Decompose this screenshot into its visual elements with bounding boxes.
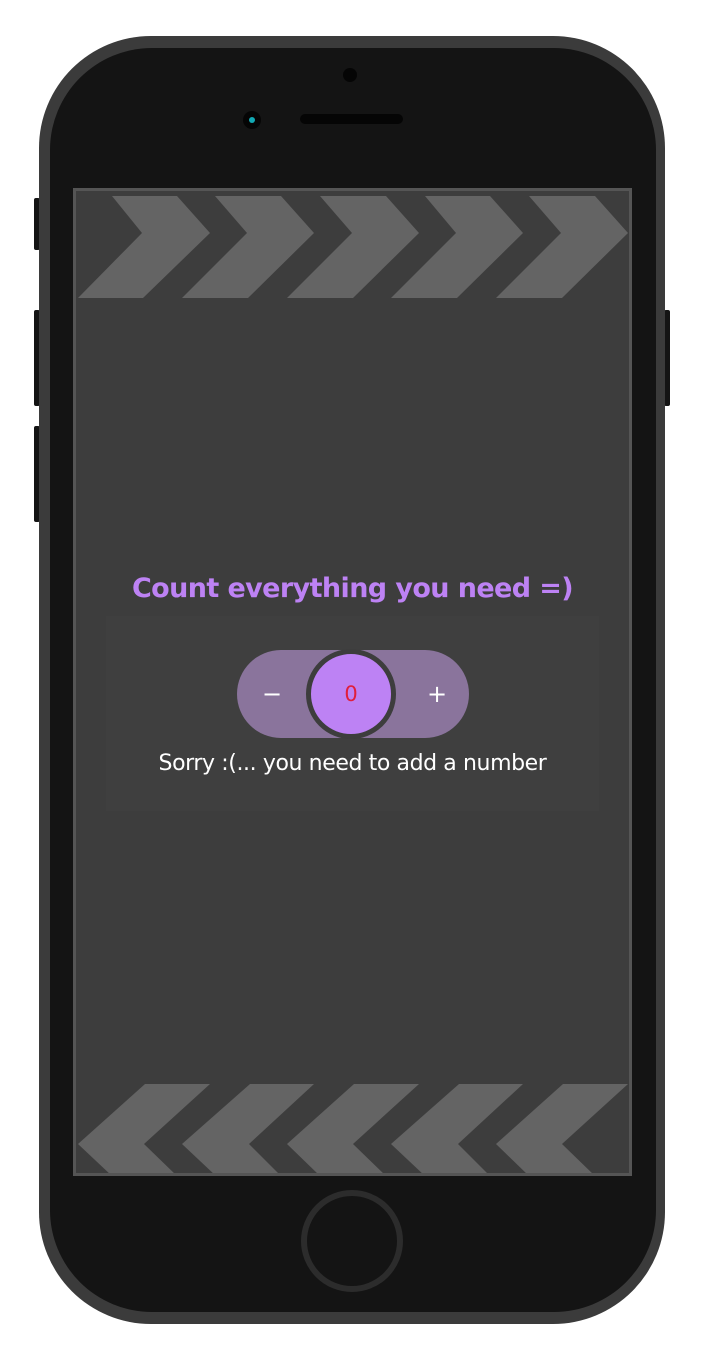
- chevron-right-icon: [182, 196, 314, 298]
- decrement-button[interactable]: −: [237, 650, 307, 738]
- camera-lens: [249, 117, 255, 123]
- chevron-left-icon: [78, 1084, 210, 1173]
- increment-button[interactable]: +: [402, 650, 472, 738]
- home-button-icon[interactable]: [301, 1190, 403, 1292]
- counter-value: 0: [306, 649, 396, 739]
- chevron-left-icon: [496, 1084, 628, 1173]
- speaker-grille-icon: [300, 114, 403, 124]
- quantity-stepper: − 0 +: [237, 649, 472, 739]
- chevron-left-icon: [391, 1084, 523, 1173]
- chevron-right-icon: [78, 196, 210, 298]
- chevron-left-icon: [182, 1084, 314, 1173]
- chevron-banner-top: [78, 196, 628, 298]
- phone-screen: Count everything you need =) − 0 + Sorry…: [73, 188, 632, 1176]
- proximity-sensor-icon: [343, 68, 357, 82]
- chevron-right-icon: [287, 196, 419, 298]
- front-camera-icon: [243, 111, 261, 129]
- chevron-right-icon: [496, 196, 628, 298]
- device-mockup: Count everything you need =) − 0 + Sorry…: [0, 0, 711, 1356]
- page-title: Count everything you need =): [131, 573, 574, 604]
- status-message: Sorry :(... you need to add a number: [158, 751, 547, 776]
- chevron-banner-bottom: [78, 1084, 628, 1173]
- chevron-right-icon: [391, 196, 523, 298]
- chevron-left-icon: [287, 1084, 419, 1173]
